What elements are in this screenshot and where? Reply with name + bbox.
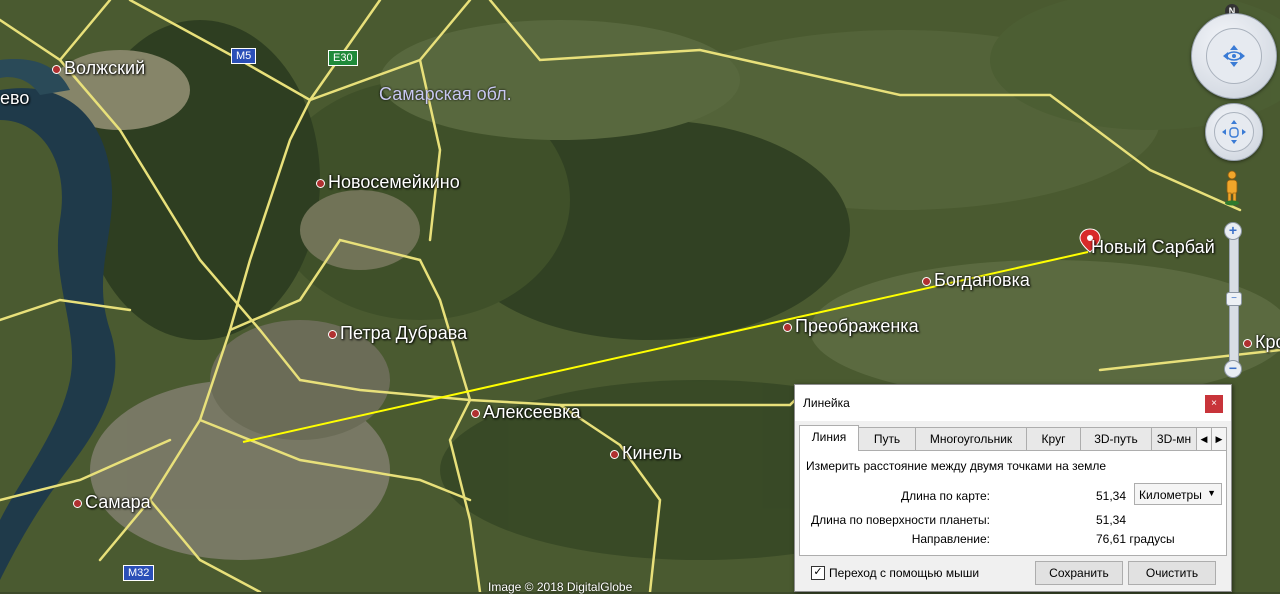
road-shield-m5: M5: [231, 48, 257, 64]
place-label[interactable]: ево: [0, 88, 29, 109]
unit-select[interactable]: Километры ▼: [1134, 483, 1222, 505]
street-view-pegman-icon[interactable]: [1223, 170, 1241, 206]
dialog-titlebar[interactable]: Линейка ×: [795, 385, 1231, 421]
place-label[interactable]: Новосемейкино: [316, 172, 460, 193]
tab-3d-path[interactable]: 3D-путь: [1080, 427, 1152, 450]
place-marker-icon: [316, 178, 325, 188]
place-marker-icon: [610, 449, 619, 459]
place-label[interactable]: Волжский: [52, 58, 145, 79]
mouse-nav-checkbox[interactable]: ✓: [811, 566, 825, 580]
surface-length-label: Длина по поверхности планеты:: [811, 513, 990, 527]
place-label[interactable]: Алексеевка: [471, 402, 580, 423]
surface-length-value: 51,34: [1096, 513, 1127, 527]
tab-3d-polygon[interactable]: 3D-мн: [1151, 427, 1197, 450]
save-button[interactable]: Сохранить: [1035, 561, 1123, 585]
place-label[interactable]: Кро: [1243, 332, 1280, 353]
place-label[interactable]: Новый Сарбай: [1091, 237, 1215, 258]
place-marker-icon: [1243, 338, 1252, 348]
zoom-out-button[interactable]: −: [1224, 360, 1242, 378]
zoom-slider-handle[interactable]: −: [1226, 292, 1242, 306]
map-length-label: Длина по карте:: [901, 489, 990, 503]
clear-button[interactable]: Очистить: [1128, 561, 1216, 585]
tab-polygon[interactable]: Многоугольник: [915, 427, 1027, 450]
place-marker-icon: [471, 408, 480, 418]
direction-label: Направление:: [911, 532, 990, 546]
move-control[interactable]: [1205, 103, 1263, 161]
line-tab-panel: Измерить расстояние между двумя точками …: [799, 450, 1227, 556]
tab-circle[interactable]: Круг: [1026, 427, 1081, 450]
tab-path[interactable]: Путь: [858, 427, 916, 450]
zoom-in-button[interactable]: +: [1224, 222, 1242, 240]
tab-line[interactable]: Линия: [799, 425, 859, 451]
direction-value: 76,61 градусы: [1096, 532, 1175, 546]
place-marker-icon: [922, 276, 931, 286]
place-label[interactable]: Богдановка: [922, 270, 1030, 291]
place-marker-icon: [328, 329, 337, 339]
place-label[interactable]: Преображенка: [783, 316, 919, 337]
road-shield-e30: E30: [328, 50, 358, 66]
place-marker-icon: [783, 322, 792, 332]
map-length-value: 51,34: [1096, 489, 1127, 503]
place-label[interactable]: Петра Дубрава: [328, 323, 467, 344]
place-marker-icon: [73, 498, 82, 508]
hand-icon[interactable]: [1214, 112, 1254, 152]
close-button[interactable]: ×: [1205, 395, 1223, 413]
unit-select-value: Километры: [1139, 488, 1202, 502]
place-label[interactable]: Кинель: [610, 443, 682, 464]
tool-description: Измерить расстояние между двумя точками …: [806, 459, 1107, 473]
place-label[interactable]: Самара: [73, 492, 151, 513]
road-shield-m32: M32: [123, 565, 155, 581]
chevron-down-icon: ▼: [1207, 488, 1216, 498]
tab-scroll-left-icon[interactable]: ◀: [1196, 427, 1212, 451]
tab-scroll-right-icon[interactable]: ▶: [1211, 427, 1227, 451]
eye-icon[interactable]: [1206, 28, 1262, 84]
mouse-nav-label: Переход с помощью мыши: [829, 566, 980, 580]
place-marker-icon: [52, 64, 61, 74]
tab-bar: Линия Путь Многоугольник Круг 3D-путь 3D…: [799, 425, 1227, 451]
look-control[interactable]: [1191, 13, 1277, 99]
dialog-title: Линейка: [803, 396, 850, 410]
region-label: Самарская обл.: [379, 84, 512, 104]
ruler-dialog: Линейка × Линия Путь Многоугольник Круг …: [794, 384, 1232, 592]
